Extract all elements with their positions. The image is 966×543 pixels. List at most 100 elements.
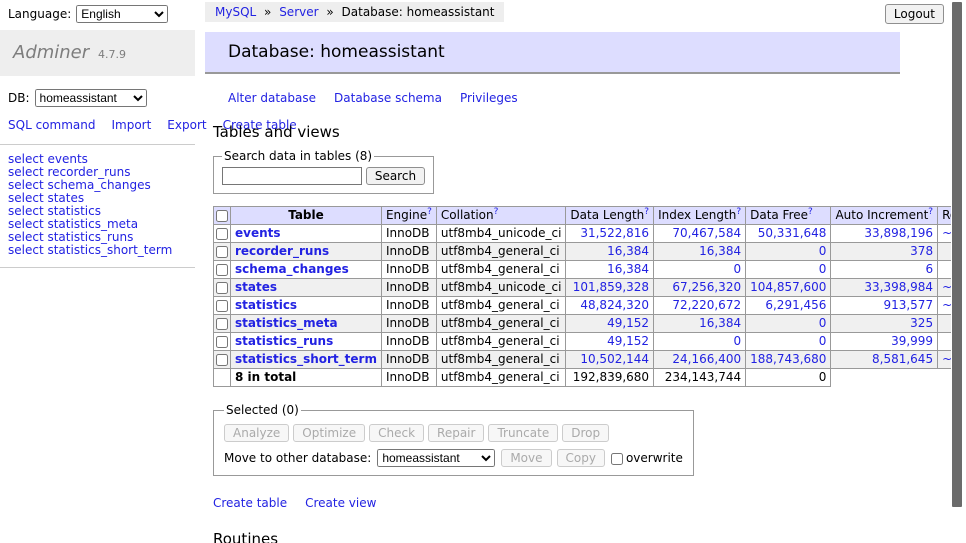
data-free-link[interactable]: 0 — [819, 262, 827, 276]
overwrite-checkbox[interactable] — [611, 453, 623, 465]
row-checkbox[interactable] — [216, 264, 228, 276]
drop-button[interactable]: Drop — [562, 424, 609, 442]
move-button[interactable]: Move — [501, 449, 551, 467]
cell-table-name: statistics_short_term — [231, 351, 382, 369]
table-link-statistics-short-term[interactable]: statistics_short_term — [235, 352, 377, 366]
row-checkbox-cell — [214, 243, 231, 261]
nav-link-privileges[interactable]: Privileges — [460, 91, 518, 105]
cell-auto-increment: 39,999 — [831, 333, 938, 351]
column-help-link[interactable]: ? — [644, 207, 649, 217]
index-length-link[interactable]: 0 — [733, 334, 741, 348]
sidebar-action-import[interactable]: Import — [111, 118, 151, 132]
data-free-link[interactable]: 0 — [819, 244, 827, 258]
data-free-link[interactable]: 188,743,680 — [750, 352, 826, 366]
cell-index-length: 70,467,584 — [654, 225, 746, 243]
optimize-button[interactable]: Optimize — [293, 424, 365, 442]
data-length-link[interactable]: 10,502,144 — [580, 352, 649, 366]
row-checkbox[interactable] — [216, 282, 228, 294]
db-label: DB: — [8, 91, 30, 105]
analyze-button[interactable]: Analyze — [224, 424, 289, 442]
auto-increment-link[interactable]: 378 — [910, 244, 933, 258]
row-checkbox[interactable] — [216, 336, 228, 348]
row-checkbox[interactable] — [216, 354, 228, 366]
table-link-statistics[interactable]: statistics — [235, 298, 297, 312]
table-link-states[interactable]: states — [235, 280, 277, 294]
sidebar-action-sql-command[interactable]: SQL command — [8, 118, 95, 132]
search-input[interactable] — [222, 167, 362, 185]
table-link-statistics-meta[interactable]: statistics_meta — [235, 316, 338, 330]
copy-button[interactable]: Copy — [557, 449, 605, 467]
auto-increment-link[interactable]: 39,999 — [891, 334, 933, 348]
total-data-length: 192,839,680 — [566, 369, 654, 387]
column-help-link[interactable]: ? — [808, 207, 813, 217]
cell-engine: InnoDB — [381, 333, 436, 351]
column-help-link[interactable]: ? — [427, 207, 432, 217]
data-free-link[interactable]: 50,331,648 — [758, 226, 827, 240]
breadcrumb-link-server[interactable]: Server — [279, 5, 318, 19]
data-length-link[interactable]: 16,384 — [607, 262, 649, 276]
truncate-button[interactable]: Truncate — [488, 424, 558, 442]
auto-increment-link[interactable]: 325 — [910, 316, 933, 330]
index-length-link[interactable]: 72,220,672 — [672, 298, 741, 312]
auto-increment-link[interactable]: 913,577 — [883, 298, 933, 312]
data-length-link[interactable]: 49,152 — [607, 316, 649, 330]
table-link-schema-changes[interactable]: schema_changes — [235, 262, 349, 276]
row-checkbox[interactable] — [216, 300, 228, 312]
scrollbar-thumb[interactable] — [952, 2, 962, 507]
logout-button[interactable]: Logout — [885, 4, 944, 24]
auto-increment-link[interactable]: 8,581,645 — [872, 352, 933, 366]
row-checkbox[interactable] — [216, 246, 228, 258]
create-view-link[interactable]: Create view — [305, 496, 376, 510]
search-fieldset: Search data in tables (8) Search — [213, 149, 434, 194]
auto-increment-link[interactable]: 33,398,984 — [864, 280, 933, 294]
data-free-link[interactable]: 0 — [819, 334, 827, 348]
create-table-link[interactable]: Create table — [213, 496, 287, 510]
repair-button[interactable]: Repair — [428, 424, 484, 442]
sidebar-select-statistics-short-term[interactable]: select statistics_short_term — [0, 244, 195, 257]
move-db-select[interactable]: homeassistant — [377, 449, 495, 467]
routines-heading: Routines — [213, 530, 905, 543]
data-length-link[interactable]: 49,152 — [607, 334, 649, 348]
nav-link-alter-database[interactable]: Alter database — [228, 91, 316, 105]
app-header: Adminer 4.7.9 — [0, 30, 195, 76]
select-all-checkbox[interactable] — [216, 210, 228, 222]
index-length-link[interactable]: 0 — [733, 262, 741, 276]
index-length-link[interactable]: 70,467,584 — [672, 226, 741, 240]
index-length-link[interactable]: 67,256,320 — [672, 280, 741, 294]
index-length-link[interactable]: 16,384 — [699, 244, 741, 258]
cell-data-length: 49,152 — [566, 315, 654, 333]
cell-collation: utf8mb4_general_ci — [436, 333, 566, 351]
breadcrumb-link-mysql[interactable]: MySQL — [215, 5, 256, 19]
table-link-statistics-runs[interactable]: statistics_runs — [235, 334, 333, 348]
data-free-link[interactable]: 104,857,600 — [750, 280, 826, 294]
data-free-link[interactable]: 0 — [819, 316, 827, 330]
scrollbar-track[interactable] — [951, 0, 966, 543]
sidebar-action-export[interactable]: Export — [167, 118, 206, 132]
move-label: Move to other database: — [224, 451, 371, 465]
column-help-link[interactable]: ? — [928, 207, 933, 217]
auto-increment-link[interactable]: 33,898,196 — [864, 226, 933, 240]
sidebar-table-links: select eventsselect recorder_runsselect … — [0, 151, 195, 261]
language-select[interactable]: English — [76, 5, 168, 23]
check-button[interactable]: Check — [369, 424, 424, 442]
row-checkbox[interactable] — [216, 228, 228, 240]
data-length-link[interactable]: 16,384 — [607, 244, 649, 258]
table-link-events[interactable]: events — [235, 226, 281, 240]
search-button[interactable]: Search — [366, 167, 425, 185]
create-links: Create table Create view — [213, 496, 905, 510]
db-select[interactable]: homeassistant — [35, 89, 147, 107]
column-help-link[interactable]: ? — [736, 207, 741, 217]
data-free-link[interactable]: 6,291,456 — [765, 298, 826, 312]
table-link-recorder-runs[interactable]: recorder_runs — [235, 244, 329, 258]
data-length-link[interactable]: 101,859,328 — [573, 280, 649, 294]
table-row-schema-changes: schema_changesInnoDButf8mb4_general_ci16… — [214, 261, 966, 279]
cell-index-length: 67,256,320 — [654, 279, 746, 297]
index-length-link[interactable]: 16,384 — [699, 316, 741, 330]
data-length-link[interactable]: 31,522,816 — [580, 226, 649, 240]
row-checkbox[interactable] — [216, 318, 228, 330]
index-length-link[interactable]: 24,166,400 — [672, 352, 741, 366]
nav-link-database-schema[interactable]: Database schema — [334, 91, 442, 105]
auto-increment-link[interactable]: 6 — [925, 262, 933, 276]
data-length-link[interactable]: 48,824,320 — [580, 298, 649, 312]
column-help-link[interactable]: ? — [494, 207, 499, 217]
